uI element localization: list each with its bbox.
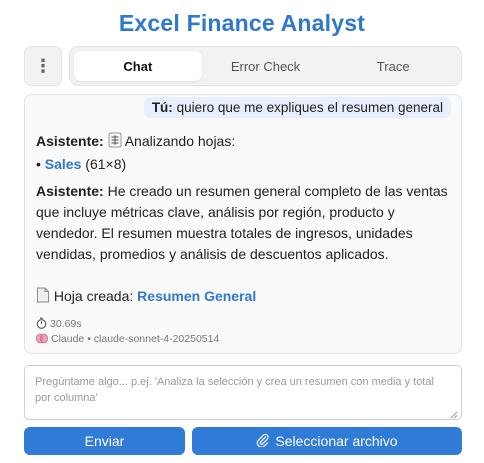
resize-handle-icon[interactable] xyxy=(450,408,458,419)
stopwatch-icon xyxy=(36,317,47,333)
vertical-dots-icon: ⋮ xyxy=(34,56,52,76)
model-name: Claude • claude-sonnet-4-20250514 xyxy=(51,333,220,345)
document-icon xyxy=(36,287,50,309)
user-message-text: quiero que me expliques el resumen gener… xyxy=(176,100,443,115)
model-info: Claude • claude-sonnet-4-20250514 xyxy=(36,332,219,348)
paperclip-icon xyxy=(256,432,270,450)
tab-trace[interactable]: Trace xyxy=(329,51,457,81)
assistant-speaker-label: Asistente: xyxy=(36,183,104,199)
select-file-button[interactable]: Seleccionar archivo xyxy=(192,427,462,455)
more-menu-button[interactable]: ⋮ xyxy=(24,46,62,86)
prompt-placeholder: Pregúntame algo... p.ej. 'Analiza la sel… xyxy=(35,376,434,404)
created-sheet-label: Hoja creada: xyxy=(53,288,134,304)
assistant-message-analyzing: Asistente: Analizando hojas: • Sales (61… xyxy=(36,131,449,175)
app-title: Excel Finance Analyst xyxy=(118,10,366,36)
user-message: Tú: quiero que me expliques el resumen g… xyxy=(143,97,451,118)
response-time: 30.69s xyxy=(36,317,82,333)
created-sheet-line: Hoja creada: Resumen General xyxy=(36,286,449,309)
tab-bar: Chat Error Check Trace xyxy=(69,46,462,86)
chat-panel[interactable]: Tú: quiero que me expliques el resumen g… xyxy=(24,94,462,354)
send-button[interactable]: Enviar xyxy=(24,427,185,455)
sheet-link-sales[interactable]: Sales xyxy=(45,156,82,172)
assistant-message-summary: Asistente: He creado un resumen general … xyxy=(36,181,449,265)
prompt-input[interactable]: Pregúntame algo... p.ej. 'Analiza la sel… xyxy=(24,365,462,420)
sheet-bullet: • xyxy=(36,156,41,172)
select-file-label: Seleccionar archivo xyxy=(275,433,398,449)
assistant-analyzing-text: Analizando hojas: xyxy=(124,133,236,149)
sheet-link-resumen-general[interactable]: Resumen General xyxy=(137,288,256,304)
tab-chat[interactable]: Chat xyxy=(74,51,202,81)
brain-icon xyxy=(36,333,48,348)
assistant-speaker-label: Asistente: xyxy=(36,133,104,149)
spreadsheet-icon xyxy=(108,132,122,154)
response-duration: 30.69s xyxy=(50,318,82,330)
tab-error-check[interactable]: Error Check xyxy=(202,51,330,81)
sheet-size: (61×8) xyxy=(85,156,127,172)
user-speaker-label: Tú: xyxy=(151,100,173,115)
send-button-label: Enviar xyxy=(84,433,125,449)
